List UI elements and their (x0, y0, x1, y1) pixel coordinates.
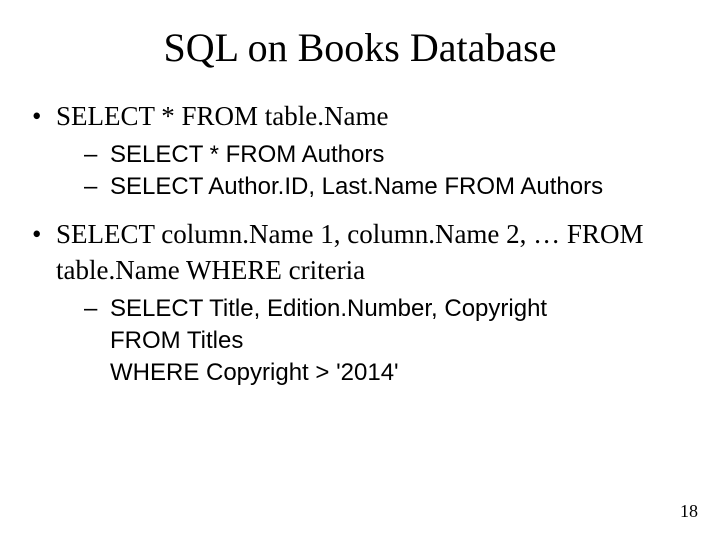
bullet-2-sub-3: WHERE Copyright > '2014' (56, 357, 692, 389)
bullet-2-sub-1: SELECT Title, Edition.Number, Copyright (56, 293, 692, 325)
bullet-1-sublist: SELECT * FROM Authors SELECT Author.ID, … (56, 139, 692, 204)
slide-title: SQL on Books Database (0, 0, 720, 99)
bullet-1: SELECT * FROM table.Name SELECT * FROM A… (28, 99, 692, 203)
bullet-2-text: SELECT column.Name 1, column.Name 2, … F… (56, 219, 643, 285)
bullet-1-text: SELECT * FROM table.Name (56, 101, 388, 131)
slide-content: SELECT * FROM table.Name SELECT * FROM A… (0, 99, 720, 390)
slide: SQL on Books Database SELECT * FROM tabl… (0, 0, 720, 540)
bullet-1-sub-1: SELECT * FROM Authors (56, 139, 692, 171)
bullet-2-sub-2: FROM Titles (56, 325, 692, 357)
page-number: 18 (680, 501, 698, 522)
bullet-list: SELECT * FROM table.Name SELECT * FROM A… (28, 99, 692, 390)
bullet-2: SELECT column.Name 1, column.Name 2, … F… (28, 217, 692, 389)
bullet-2-sublist: SELECT Title, Edition.Number, Copyright … (56, 293, 692, 390)
bullet-1-sub-2: SELECT Author.ID, Last.Name FROM Authors (56, 171, 692, 203)
